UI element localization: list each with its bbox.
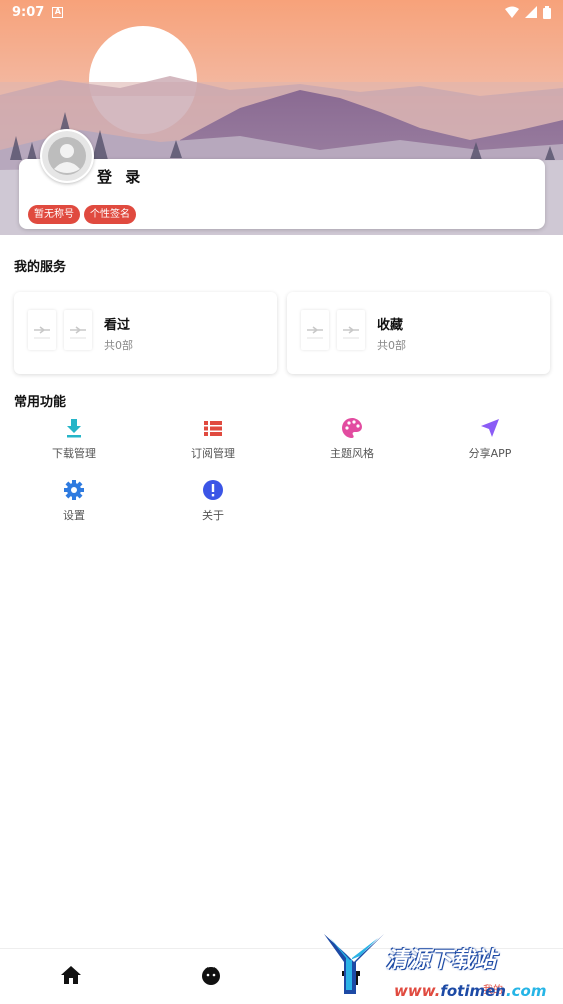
service-title: 收藏 xyxy=(377,318,404,333)
palette-icon xyxy=(342,418,362,438)
function-label: 关于 xyxy=(202,509,224,522)
send-icon xyxy=(481,419,499,437)
login-label[interactable]: 登 录 xyxy=(97,166,144,187)
settings-button[interactable]: 设置 xyxy=(29,479,119,523)
watermark-emblem xyxy=(324,934,384,994)
function-label: 主题风格 xyxy=(330,447,374,460)
title-tag[interactable]: 暂无称号 xyxy=(28,205,80,224)
function-label: 分享APP xyxy=(468,447,512,460)
function-label: 下载管理 xyxy=(52,447,96,460)
watermark-url-domain: fotimen xyxy=(440,982,506,1000)
download-manager-button[interactable]: 下载管理 xyxy=(29,417,119,461)
theme-style-button[interactable]: 主题风格 xyxy=(307,417,397,461)
status-time: 9:07 xyxy=(12,4,45,20)
status-bar: 9:07 A xyxy=(0,0,563,24)
watermark-logo: 清源下载站 www.fotimen.com xyxy=(320,932,560,1002)
home-icon[interactable] xyxy=(59,963,83,987)
watermark-url: www.fotimen.com xyxy=(394,982,546,1000)
services-title: 我的服务 xyxy=(14,260,67,275)
share-app-button[interactable]: 分享APP xyxy=(445,417,535,461)
function-label: 订阅管理 xyxy=(191,447,235,460)
watermark-name: 清源下载站 xyxy=(386,948,497,973)
signature-tag[interactable]: 个性签名 xyxy=(84,205,136,224)
thumbnail-placeholder xyxy=(301,310,329,350)
thumbnail-placeholder xyxy=(28,310,56,350)
download-icon xyxy=(67,419,81,438)
thumbnail-placeholder xyxy=(337,310,365,350)
gear-icon xyxy=(64,480,84,500)
wifi-icon xyxy=(505,6,519,18)
watermark-url-suffix: .com xyxy=(505,982,547,1000)
battery-icon xyxy=(543,5,551,19)
service-count: 共0部 xyxy=(104,339,133,352)
subscription-manager-button[interactable]: 订阅管理 xyxy=(168,417,258,461)
face-icon[interactable] xyxy=(199,963,223,987)
watermark-url-prefix: www. xyxy=(394,982,441,1000)
info-icon xyxy=(203,480,223,500)
status-icons xyxy=(505,5,551,19)
functions-title: 常用功能 xyxy=(14,395,67,410)
thumbnail-placeholder xyxy=(64,310,92,350)
list-icon xyxy=(204,421,222,436)
avatar[interactable] xyxy=(40,129,94,183)
notification-icon: A xyxy=(52,6,64,18)
signal-icon xyxy=(525,6,537,18)
service-title: 看过 xyxy=(104,318,131,333)
about-button[interactable]: 关于 xyxy=(168,479,258,523)
function-label: 设置 xyxy=(63,509,85,522)
service-card-favorites[interactable]: 收藏 共0部 xyxy=(287,292,550,374)
service-count: 共0部 xyxy=(377,339,406,352)
service-card-history[interactable]: 看过 共0部 xyxy=(14,292,277,374)
